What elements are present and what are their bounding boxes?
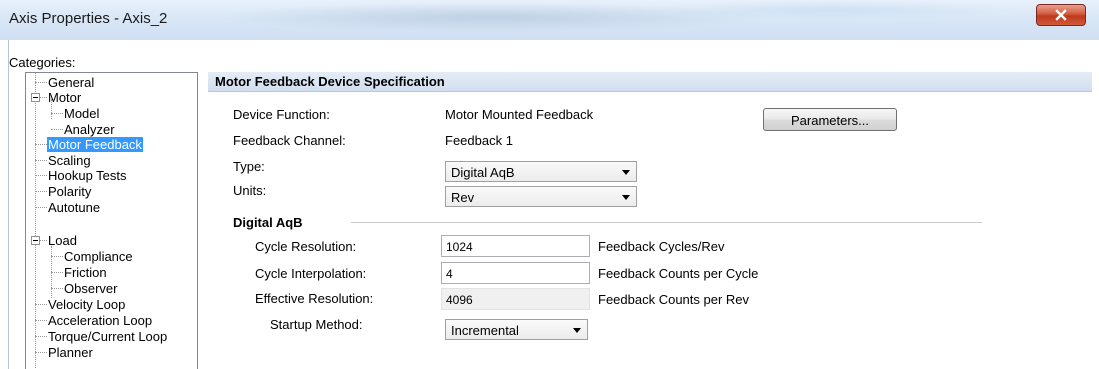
startup-method-value: Incremental: [451, 323, 519, 338]
cycle-interpolation-input[interactable]: 4: [441, 262, 590, 284]
effective-resolution-unit: Feedback Counts per Rev: [598, 292, 750, 307]
tree-item-motor-feedback[interactable]: Motor Feedback: [47, 137, 143, 152]
group-title: Digital AqB: [233, 215, 303, 230]
tree-item-label: Model: [64, 106, 100, 121]
tree-connector: [51, 272, 63, 273]
tree-item-label: Autotune: [48, 200, 101, 215]
close-x-icon: [1055, 9, 1067, 21]
tree-item-label: Friction: [64, 265, 107, 280]
tree-item-label: Observer: [64, 281, 118, 296]
effective-resolution-field: 4096: [441, 288, 590, 310]
cycle-resolution-value: 1024: [446, 240, 473, 254]
effective-resolution-label: Effective Resolution:: [255, 291, 374, 306]
parameters-button[interactable]: Parameters...: [763, 108, 897, 131]
tree-item-scaling[interactable]: Scaling: [48, 153, 91, 168]
feedback-channel-value: Feedback 1: [445, 133, 513, 148]
units-dropdown-value: Rev: [451, 190, 475, 205]
tree-item-label: Scaling: [48, 153, 91, 168]
tree-connector: [35, 336, 47, 337]
chevron-down-icon: [573, 328, 581, 333]
tree-item-polarity[interactable]: Polarity: [48, 184, 91, 199]
tree-item-label: Hookup Tests: [48, 168, 127, 183]
tree-item-hookup-tests[interactable]: Hookup Tests: [48, 168, 127, 183]
tree-item-load[interactable]: Load: [48, 233, 77, 248]
tree-item-model[interactable]: Model: [64, 106, 99, 121]
startup-method-label: Startup Method:: [270, 317, 363, 332]
tree-item-label: Motor: [48, 90, 82, 105]
tree-connector: [35, 352, 47, 353]
tree-item-label: Planner: [48, 345, 93, 360]
tree-connector: [51, 256, 63, 257]
chevron-down-icon: [622, 195, 630, 200]
startup-method-dropdown[interactable]: Incremental: [445, 319, 588, 340]
axis-properties-window: Axis Properties - Axis_2 Categories: Gen…: [0, 0, 1099, 369]
tree-item-acceleration-loop[interactable]: Acceleration Loop: [48, 313, 152, 328]
window-title: Axis Properties - Axis_2: [9, 10, 168, 27]
group-divider: [351, 222, 982, 224]
tree-item-label: Torque/Current Loop: [48, 329, 168, 344]
tree-item-label: Load: [48, 233, 77, 248]
tree-item-label: Motor Feedback: [47, 137, 143, 152]
type-dropdown[interactable]: Digital AqB: [445, 161, 637, 182]
tree-connector: [35, 144, 47, 145]
title-bar[interactable]: Axis Properties - Axis_2: [0, 0, 1099, 40]
categories-tree[interactable]: General Motor Model Analyzer Motor Feedb…: [25, 72, 198, 369]
feedback-channel-label: Feedback Channel:: [233, 133, 346, 148]
tree-item-torque-current-loop[interactable]: Torque/Current Loop: [48, 329, 167, 344]
tree-connector: [35, 82, 47, 83]
units-label: Units:: [233, 183, 267, 198]
cycle-interpolation-unit: Feedback Counts per Cycle: [598, 266, 759, 281]
tree-item-planner[interactable]: Planner: [48, 345, 93, 360]
tree-connector: [51, 129, 63, 130]
cycle-interpolation-value: 4: [446, 267, 453, 281]
effective-resolution-value: 4096: [446, 293, 473, 307]
titlebar-glass-highlight: [640, 0, 1020, 20]
collapse-load-icon[interactable]: [31, 236, 40, 245]
tree-connector: [40, 240, 47, 241]
tree-connector: [35, 207, 47, 208]
section-title: Motor Feedback Device Specification: [215, 74, 445, 89]
tree-item-label: Polarity: [48, 184, 92, 199]
tree-item-motor[interactable]: Motor: [48, 90, 81, 105]
parameters-button-label: Parameters...: [790, 113, 870, 128]
close-button[interactable]: [1036, 4, 1086, 26]
tree-connector: [35, 320, 47, 321]
tree-connector: [35, 160, 47, 161]
cycle-interpolation-label: Cycle Interpolation:: [255, 266, 367, 281]
tree-item-velocity-loop[interactable]: Velocity Loop: [48, 297, 125, 312]
cycle-resolution-unit: Feedback Cycles/Rev: [598, 239, 725, 254]
tree-item-general[interactable]: General: [48, 75, 94, 90]
tree-connector: [51, 113, 63, 114]
tree-item-observer[interactable]: Observer: [64, 281, 117, 296]
chevron-down-icon: [622, 170, 630, 175]
tree-connector: [35, 191, 47, 192]
tree-item-autotune[interactable]: Autotune: [48, 200, 100, 215]
tree-item-label: General: [48, 75, 95, 90]
tree-connector: [35, 304, 47, 305]
tree-item-analyzer[interactable]: Analyzer: [64, 122, 115, 137]
section-header: Motor Feedback Device Specification: [208, 72, 1092, 92]
cycle-resolution-input[interactable]: 1024: [441, 235, 590, 257]
tree-connector: [40, 97, 47, 98]
cycle-resolution-label: Cycle Resolution:: [255, 239, 357, 254]
tree-item-label: Analyzer: [64, 122, 115, 137]
collapse-motor-icon[interactable]: [31, 93, 40, 102]
tree-connector: [35, 73, 36, 369]
tree-item-label: Velocity Loop: [48, 297, 126, 312]
type-dropdown-value: Digital AqB: [451, 165, 515, 180]
tree-item-label: Compliance: [64, 249, 133, 264]
categories-label: Categories:: [9, 55, 76, 70]
tree-item-compliance[interactable]: Compliance: [64, 249, 133, 264]
type-label: Type:: [233, 159, 265, 174]
device-function-value: Motor Mounted Feedback: [445, 107, 594, 122]
tree-item-label: Acceleration Loop: [48, 313, 153, 328]
tree-connector: [51, 288, 63, 289]
units-dropdown[interactable]: Rev: [445, 186, 637, 207]
tree-connector: [35, 175, 47, 176]
tree-item-friction[interactable]: Friction: [64, 265, 107, 280]
device-function-label: Device Function:: [233, 107, 330, 122]
